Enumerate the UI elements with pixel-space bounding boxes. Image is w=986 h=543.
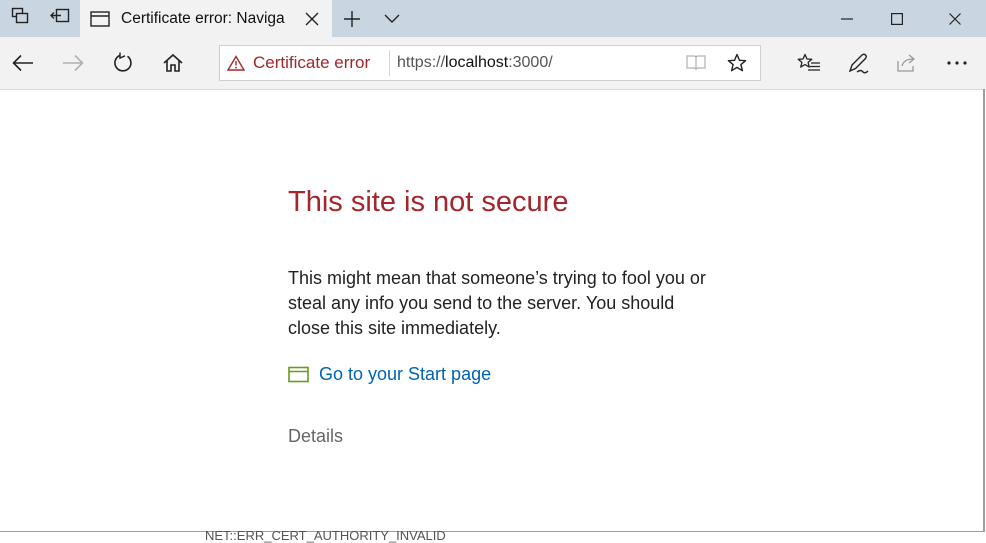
warning-triangle-icon xyxy=(227,55,245,71)
maximize-icon xyxy=(891,12,903,25)
new-tab-button[interactable] xyxy=(332,0,372,37)
details-toggle[interactable]: Details xyxy=(288,426,343,447)
tab-list-button[interactable] xyxy=(372,0,412,37)
tab-title: Certificate error: Naviga xyxy=(121,9,285,27)
refresh-icon xyxy=(114,52,132,72)
close-icon xyxy=(305,12,319,25)
favorites-hub-icon xyxy=(797,53,820,71)
window-edge-bottom xyxy=(0,531,985,532)
certificate-error-button[interactable]: Certificate error xyxy=(227,45,370,81)
web-note-button[interactable] xyxy=(835,37,881,89)
minimize-button[interactable] xyxy=(822,0,872,37)
back-arrow-icon xyxy=(12,54,33,72)
active-tab[interactable]: Certificate error: Naviga xyxy=(80,0,332,37)
window-close-button[interactable] xyxy=(930,0,980,37)
tab-preview-icon xyxy=(11,7,29,30)
refresh-button[interactable] xyxy=(100,37,146,89)
url-text[interactable]: https://localhost:3000/ xyxy=(397,45,553,81)
page-heading: This site is not secure xyxy=(288,186,569,218)
home-icon xyxy=(163,53,183,72)
share-icon xyxy=(897,54,916,72)
forward-arrow-icon xyxy=(63,54,84,72)
page-favicon-icon xyxy=(89,8,111,30)
url-prefix: https:// xyxy=(397,54,446,71)
tab-close-button[interactable] xyxy=(299,6,325,32)
set-aside-tabs-button[interactable] xyxy=(40,0,80,37)
start-page-link[interactable]: Go to your Start page xyxy=(288,364,491,385)
set-aside-tabs-icon xyxy=(50,7,70,30)
url-host: localhost xyxy=(445,54,509,71)
favorite-star-icon xyxy=(727,53,747,72)
more-button[interactable] xyxy=(934,37,980,89)
warning-paragraph: This might mean that someone’s trying to… xyxy=(288,268,706,338)
plus-icon xyxy=(344,10,360,27)
certificate-error-label: Certificate error xyxy=(253,53,371,72)
web-note-icon xyxy=(848,53,869,74)
start-page-link-text: Go to your Start page xyxy=(319,364,492,384)
reading-view-button[interactable] xyxy=(679,45,713,81)
address-divider xyxy=(389,50,390,76)
forward-button[interactable] xyxy=(50,37,96,89)
favorites-hub-button[interactable] xyxy=(786,37,832,89)
more-icon xyxy=(947,61,967,65)
minimize-icon xyxy=(841,17,853,20)
share-button[interactable] xyxy=(884,37,930,89)
reading-view-icon xyxy=(686,55,706,71)
window-edge xyxy=(983,89,985,532)
maximize-button[interactable] xyxy=(872,0,922,37)
url-suffix: :3000/ xyxy=(508,54,553,71)
tab-preview-button[interactable] xyxy=(0,0,40,37)
close-icon xyxy=(949,12,961,25)
back-button[interactable] xyxy=(0,37,46,89)
add-favorite-button[interactable] xyxy=(720,45,754,81)
home-button[interactable] xyxy=(150,37,196,89)
start-page-icon xyxy=(288,366,309,383)
chevron-down-icon xyxy=(384,14,400,23)
